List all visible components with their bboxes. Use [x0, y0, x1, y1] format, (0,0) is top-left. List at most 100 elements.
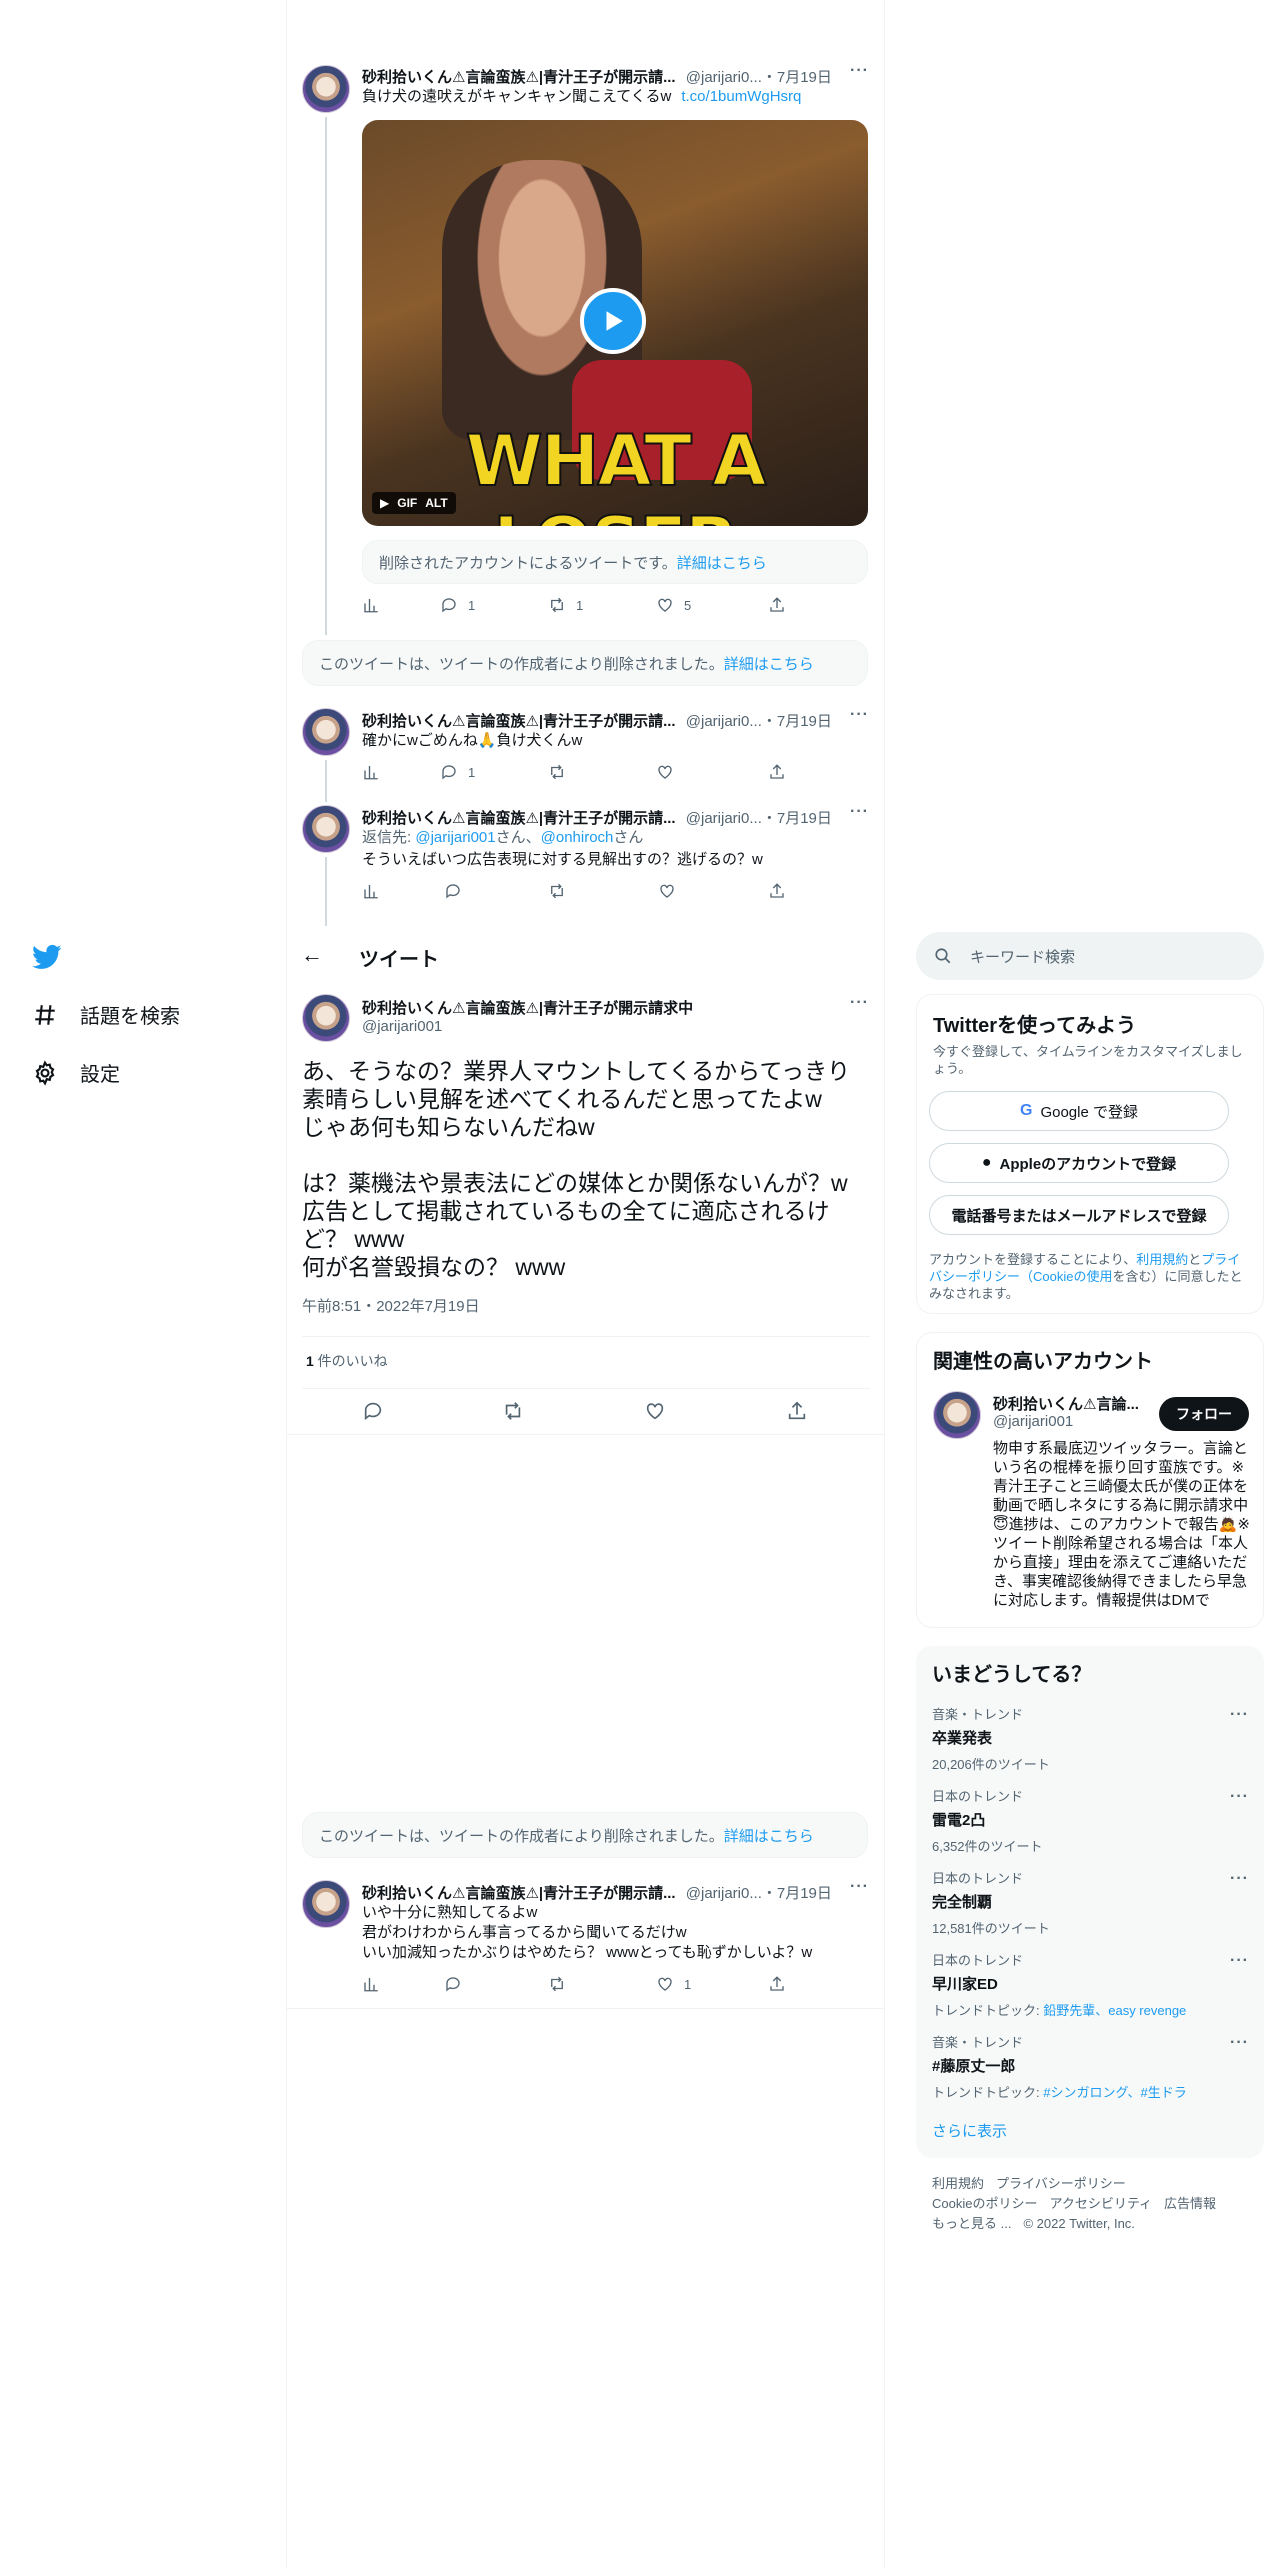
retweet-button[interactable]: [548, 763, 576, 781]
terms-link[interactable]: 利用規約: [1136, 1252, 1188, 1267]
trend-item[interactable]: 音楽・トレンド 卒業発表 20,206件のツイート: [932, 1704, 1050, 1773]
tweet-date[interactable]: ・7月19日: [762, 1885, 832, 1902]
more-options-icon[interactable]: ···: [850, 706, 869, 724]
author-name[interactable]: 砂利拾いくん⚠言論蛮族⚠|青汁王子が開示請求中: [362, 1000, 693, 1017]
trend-item[interactable]: 日本のトレンド 雷電2凸 6,352件のツイート: [932, 1786, 1043, 1855]
notice-link[interactable]: 詳細はこちら: [724, 1825, 814, 1846]
trend-item[interactable]: 音楽・トレンド #藤原丈一郎 トレンドトピック: #シンガロング、#生ドラ: [932, 2032, 1187, 2101]
retweet-button[interactable]: [548, 882, 566, 900]
more-options-icon[interactable]: ···: [850, 803, 869, 821]
share-button[interactable]: [768, 596, 786, 614]
reply-button[interactable]: [444, 1975, 462, 1993]
analytics-button[interactable]: [362, 882, 380, 900]
trend-topic-label: トレンドトピック:: [932, 2085, 1044, 2100]
google-signup-button[interactable]: G Google で登録: [929, 1091, 1229, 1131]
retweet-button[interactable]: 1: [548, 596, 583, 614]
author-handle[interactable]: @jarijari0...: [686, 810, 762, 827]
reply-to-mention[interactable]: @onhiroch: [541, 829, 614, 846]
more-options-icon[interactable]: ···: [850, 1878, 869, 1896]
author-handle[interactable]: @jarijari0...: [686, 1885, 762, 1902]
author-handle[interactable]: @jarijari0...: [686, 69, 762, 86]
author-handle[interactable]: @jarijari001: [362, 1018, 442, 1035]
avatar[interactable]: [302, 65, 350, 113]
analytics-icon: [364, 766, 378, 780]
apple-signup-button[interactable]: ● Appleのアカウントで登録: [929, 1143, 1229, 1183]
trend-topic-link[interactable]: 鉛野先輩、easy revenge: [1043, 2003, 1186, 2018]
notice-link[interactable]: 詳細はこちら: [677, 552, 767, 573]
analytics-button[interactable]: [362, 596, 380, 614]
back-arrow-icon[interactable]: ←: [301, 942, 323, 968]
twitter-logo[interactable]: [32, 942, 62, 977]
reply-button[interactable]: 1: [440, 596, 475, 614]
retweet-icon: [551, 1976, 563, 1992]
reply-button[interactable]: 1: [440, 763, 475, 781]
retweet-button[interactable]: [502, 1400, 524, 1422]
footer-link-cookie[interactable]: Cookieのポリシー: [932, 2196, 1037, 2211]
author-name[interactable]: 砂利拾いくん⚠言論蛮族⚠|青汁王子が開示請...: [362, 1885, 676, 1902]
reply-button[interactable]: [362, 1400, 384, 1422]
author-name[interactable]: 砂利拾いくん⚠言論蛮族⚠|青汁王子が開示請...: [362, 713, 676, 730]
trend-more-icon[interactable]: ···: [1230, 1788, 1249, 1806]
footer-link-ads[interactable]: 広告情報: [1164, 2196, 1216, 2211]
reply-icon: [442, 765, 456, 780]
trend-item[interactable]: 日本のトレンド 完全制覇 12,581件のツイート: [932, 1868, 1050, 1937]
gif-media[interactable]: WHAT A LOSER ▶ GIF ALT: [362, 120, 868, 526]
footer-link-accessibility[interactable]: アクセシビリティ: [1049, 2196, 1152, 2211]
more-options-icon[interactable]: ···: [850, 62, 869, 80]
like-button[interactable]: [658, 882, 676, 900]
avatar[interactable]: [933, 1391, 981, 1439]
tweet-link[interactable]: t.co/1bumWgHsrq: [681, 88, 801, 105]
tweet-date[interactable]: ・7月19日: [762, 713, 832, 730]
trend-count: 20,206件のツイート: [932, 1757, 1050, 1772]
like-button[interactable]: [656, 763, 684, 781]
more-options-icon[interactable]: ···: [850, 994, 869, 1012]
share-button[interactable]: [768, 1975, 786, 1993]
trend-item[interactable]: 日本のトレンド 早川家ED トレンドトピック: 鉛野先輩、easy reveng…: [932, 1950, 1186, 2019]
share-button[interactable]: [768, 882, 786, 900]
related-name[interactable]: 砂利拾いくん⚠言論...: [993, 1393, 1139, 1414]
avatar[interactable]: [302, 994, 350, 1042]
likes-summary[interactable]: 1 件のいいね: [306, 1351, 388, 1371]
sidebar-item-settings[interactable]: 設定: [32, 1058, 120, 1087]
share-button[interactable]: [786, 1400, 808, 1422]
alt-badge[interactable]: ALT: [425, 496, 447, 510]
follow-button[interactable]: フォロー: [1159, 1397, 1249, 1431]
phone-email-signup-label: 電話番号またはメールアドレスで登録: [951, 1207, 1207, 1225]
trend-more-icon[interactable]: ···: [1230, 2034, 1249, 2052]
play-button[interactable]: [580, 288, 646, 354]
avatar[interactable]: [302, 1880, 350, 1928]
sidebar-item-explore[interactable]: 話題を検索: [32, 1000, 180, 1029]
tweet-date[interactable]: ・7月19日: [762, 69, 832, 86]
google-signup-label: Google で登録: [1040, 1103, 1138, 1121]
footer-link-terms[interactable]: 利用規約: [932, 2176, 984, 2191]
trend-more-icon[interactable]: ···: [1230, 1706, 1249, 1724]
analytics-button[interactable]: [362, 763, 380, 781]
trend-more-icon[interactable]: ···: [1230, 1952, 1249, 1970]
like-button[interactable]: 1: [656, 1975, 691, 1993]
like-button[interactable]: 5: [656, 596, 691, 614]
trend-more-icon[interactable]: ···: [1230, 1870, 1249, 1888]
avatar[interactable]: [302, 805, 350, 853]
search-input[interactable]: キーワード検索: [916, 932, 1264, 980]
author-handle[interactable]: @jarijari0...: [686, 713, 762, 730]
tweet-date[interactable]: ・7月19日: [762, 810, 832, 827]
show-more-link[interactable]: さらに表示: [932, 2120, 1007, 2141]
tweet-header: 砂利拾いくん⚠言論蛮族⚠|青汁王子が開示請... @jarijari0...・7…: [362, 710, 832, 731]
footer-link-privacy[interactable]: プライバシーポリシー: [996, 2176, 1126, 2191]
share-button[interactable]: [768, 763, 786, 781]
like-button[interactable]: [644, 1400, 666, 1422]
main-tweet-timestamp[interactable]: 午前8:51・2022年7月19日: [302, 1297, 480, 1317]
author-name[interactable]: 砂利拾いくん⚠言論蛮族⚠|青汁王子が開示請...: [362, 69, 676, 86]
avatar[interactable]: [302, 708, 350, 756]
reply-to-mention[interactable]: @jarijari001: [415, 829, 495, 846]
retweet-button[interactable]: [548, 1975, 566, 1993]
footer-more[interactable]: もっと見る ...: [932, 2216, 1011, 2231]
author-name[interactable]: 砂利拾いくん⚠言論蛮族⚠|青汁王子が開示請...: [362, 810, 676, 827]
retweet-icon: [551, 764, 563, 780]
reply-button[interactable]: [444, 882, 462, 900]
analytics-button[interactable]: [362, 1975, 380, 1993]
phone-email-signup-button[interactable]: 電話番号またはメールアドレスで登録: [929, 1195, 1229, 1235]
related-handle[interactable]: @jarijari001: [993, 1413, 1073, 1430]
notice-link[interactable]: 詳細はこちら: [724, 653, 814, 674]
trend-topic-link[interactable]: #シンガロング、#生ドラ: [1043, 2085, 1187, 2100]
